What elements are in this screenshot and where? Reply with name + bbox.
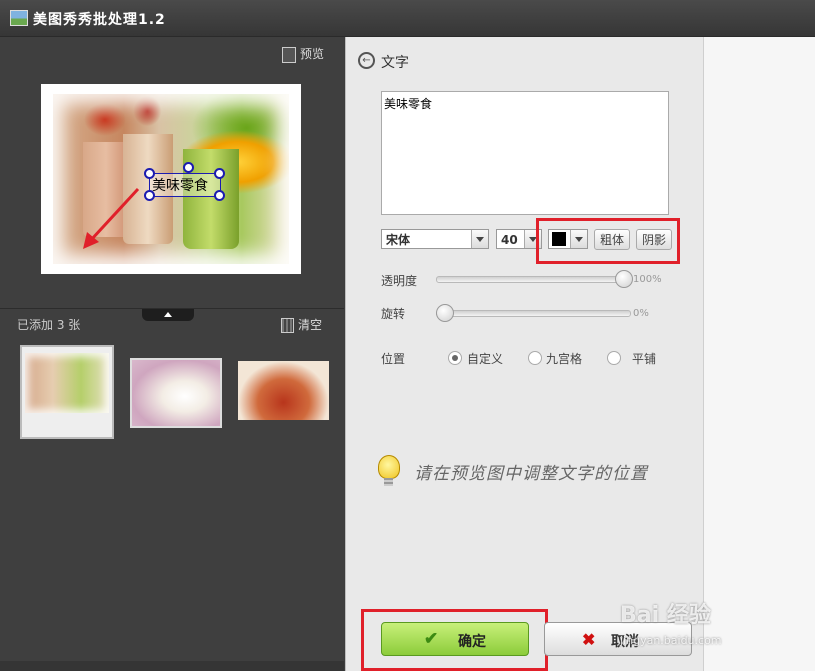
thumbnail[interactable] (238, 361, 329, 420)
preview-icon (282, 46, 296, 63)
preview-image-frame: 美味零食 (41, 84, 301, 274)
radio-grid-label: 九宫格 (546, 352, 583, 366)
rotate-value: 0% (633, 308, 649, 319)
right-margin-panel (703, 37, 815, 671)
back-arrow-icon[interactable]: ← (358, 52, 375, 69)
radio-tile[interactable] (607, 351, 621, 365)
font-select[interactable]: 宋体 (381, 229, 489, 249)
ok-label: 确定 (458, 633, 486, 649)
check-icon: ✔ (424, 629, 439, 648)
bottom-strip (0, 661, 344, 671)
chevron-down-icon (471, 230, 488, 248)
watermark-url: jingyan.baidu.com (620, 634, 722, 647)
lightbulb-icon (378, 455, 400, 486)
preview-photo: 美味零食 (53, 94, 289, 264)
radio-custom-label: 自定义 (467, 352, 504, 366)
opacity-value: 100% (633, 274, 662, 285)
text-input[interactable]: 美味零食 (381, 91, 669, 215)
radio-custom[interactable] (448, 351, 462, 365)
opacity-slider-handle[interactable] (615, 270, 633, 288)
rotate-slider[interactable] (436, 310, 631, 317)
thumbnail-image (25, 353, 109, 413)
panel-title: 文字 (381, 55, 409, 71)
preview-button[interactable]: 预览 (282, 45, 324, 63)
clear-button[interactable]: 清空 (281, 316, 322, 333)
radio-grid[interactable] (528, 351, 542, 365)
collapse-toggle[interactable] (142, 309, 194, 321)
left-panel: 预览 美味零食 已添加 3 张 清空 (0, 37, 344, 671)
text-settings-panel: ← 文字 美味零食 宋体 40 粗体 阴影 透明度 100% 旋转 0% 位置 … (345, 37, 704, 671)
opacity-label: 透明度 (381, 274, 418, 288)
preview-label: 预览 (300, 47, 325, 61)
watermark: Bai 经验 (620, 603, 711, 628)
highlight-box-style-controls (536, 218, 680, 264)
app-icon (10, 10, 28, 26)
ok-button[interactable]: ✔ 确定 (381, 622, 529, 656)
trash-icon (281, 318, 294, 333)
hint-text: 请在预览图中调整文字的位置 (414, 464, 648, 484)
red-arrow-annotation (83, 187, 140, 249)
opacity-slider[interactable] (436, 276, 631, 283)
thumbnail[interactable] (130, 358, 222, 428)
close-icon: ✖ (582, 632, 596, 649)
clear-label: 清空 (298, 318, 323, 332)
thumbnail-selected[interactable] (20, 345, 114, 439)
window-title: 美图秀秀批处理1.2 (33, 12, 166, 28)
font-value: 宋体 (386, 233, 411, 247)
rotate-label: 旋转 (381, 307, 406, 321)
position-label: 位置 (381, 352, 406, 366)
size-value: 40 (501, 233, 518, 247)
title-bar: 美图秀秀批处理1.2 (0, 0, 815, 37)
rotate-slider-handle[interactable] (436, 304, 454, 322)
radio-tile-label: 平铺 (632, 352, 657, 366)
added-count: 已添加 3 张 (17, 318, 81, 332)
